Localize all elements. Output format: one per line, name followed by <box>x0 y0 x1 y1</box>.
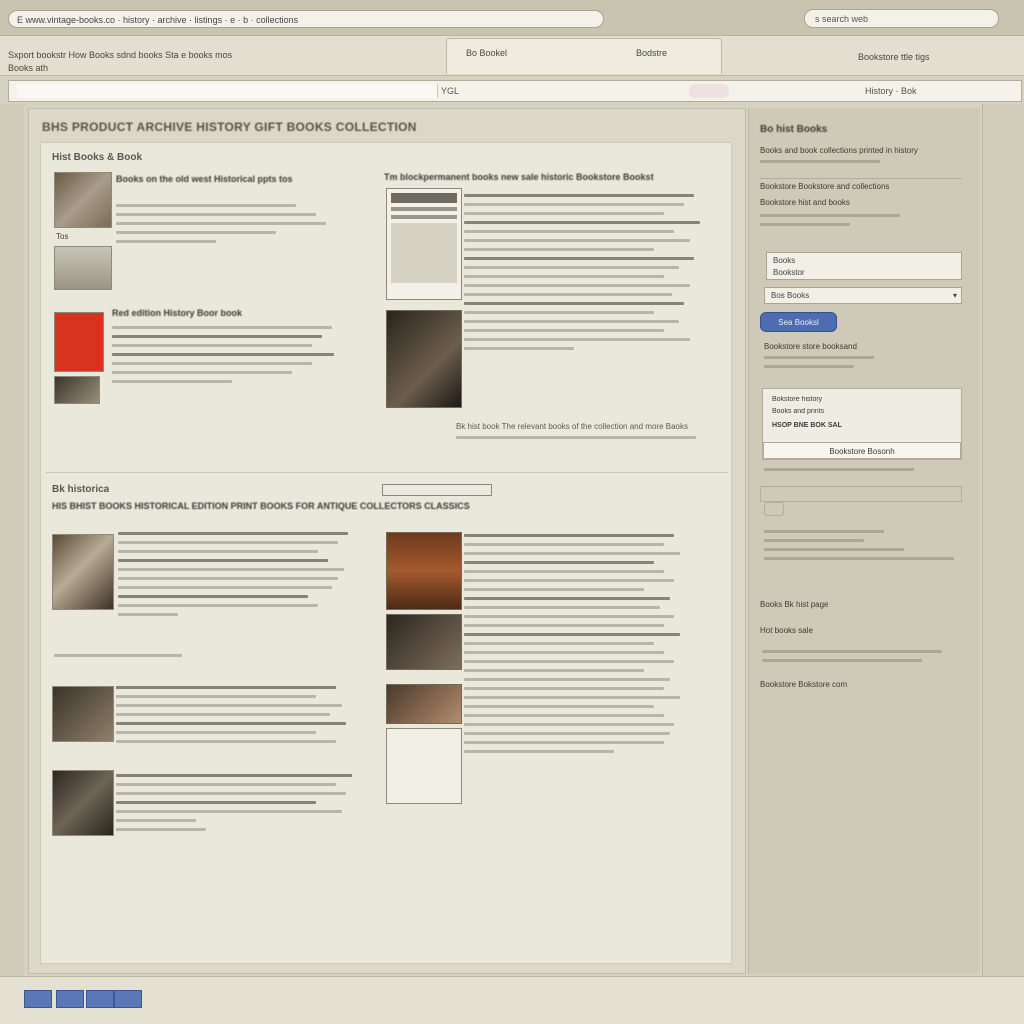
tab-label-2[interactable]: Bodstre <box>636 48 667 58</box>
item-title[interactable]: Red edition History Boor book <box>112 308 242 318</box>
tab-label[interactable]: Bo Bookel <box>466 48 507 58</box>
item-description <box>116 204 326 249</box>
chevron-down-icon: ▾ <box>952 291 957 300</box>
address-mid: YGL <box>440 86 459 96</box>
item-meta <box>54 654 184 663</box>
nav-sublink[interactable]: Books ath <box>8 63 48 73</box>
left-gutter <box>0 104 24 1024</box>
sidebar-title: Bo hist Books <box>760 124 828 135</box>
sidebar-toggle[interactable] <box>764 502 784 516</box>
book-thumbnail[interactable] <box>54 172 112 228</box>
page-title: BHS PRODUCT ARCHIVE HISTORY GIFT BOOKS C… <box>42 120 417 134</box>
divider <box>760 178 962 179</box>
screenshot-thumbnail[interactable] <box>386 188 462 300</box>
bookmark-icon[interactable] <box>689 84 729 98</box>
article-body <box>464 194 700 356</box>
search-button[interactable]: Sea Booksl <box>760 312 837 332</box>
field-label: Books <box>773 256 796 265</box>
article-caption-lines <box>456 436 700 445</box>
status-bar <box>0 976 1024 1024</box>
address-field[interactable] <box>17 84 438 98</box>
nav-links[interactable]: Sxport bookstr How Books sdnd books Sta … <box>8 50 232 60</box>
photo-thumbnail[interactable] <box>386 532 462 610</box>
sidebar-link[interactable]: Bookstore Bookstore and collections <box>760 182 962 191</box>
right-scroll-rail[interactable] <box>982 104 1024 1024</box>
sidebar-field[interactable]: Books Bookstor <box>766 252 962 280</box>
box-line: Bokstore history <box>772 396 823 403</box>
prev-page-button[interactable] <box>56 990 84 1008</box>
search-input[interactable]: s search web <box>804 9 999 28</box>
box-line: HSOP BNE BOK SAL <box>772 422 842 429</box>
section-title: Hist Books & Book <box>52 152 143 163</box>
sidebar-link[interactable]: Books Bk hist page <box>760 600 962 609</box>
item-description <box>116 686 346 749</box>
address-bar[interactable]: YGL History · Bok <box>8 80 1022 102</box>
sidebar-subtitle: Books and book collections printed in hi… <box>760 146 918 155</box>
sidebar-text <box>760 160 960 169</box>
sidebar-link[interactable]: Bookstore hist and books <box>760 198 962 207</box>
sidebar-text <box>762 650 962 668</box>
sidebar-link[interactable]: Bookstore Bokstore com <box>760 680 962 689</box>
book-thumbnail[interactable] <box>52 534 114 610</box>
section-headline[interactable]: HIS BHIST BOOKS HISTORICAL EDITION PRINT… <box>52 501 712 511</box>
field-value: Bookstor <box>773 268 805 277</box>
select-value: Bos Books <box>771 291 810 300</box>
address-right[interactable]: History · Bok <box>865 84 917 98</box>
item-description <box>112 326 334 389</box>
sidebar-text <box>764 468 964 477</box>
item-description <box>116 774 356 837</box>
box-line: Books and prints <box>772 408 825 415</box>
screenshot-thumbnail[interactable] <box>386 728 462 804</box>
sidebar-text <box>764 530 964 566</box>
item-title[interactable]: Books on the old west Historical ppts to… <box>116 174 293 184</box>
section-tab[interactable] <box>382 484 492 496</box>
divider <box>46 472 728 473</box>
book-thumbnail[interactable] <box>52 770 114 836</box>
first-page-button[interactable] <box>24 990 52 1008</box>
photo-thumbnail[interactable] <box>386 310 462 408</box>
sidebar-link[interactable]: Hot books sale <box>760 626 962 635</box>
box-button[interactable]: Bookstore Bosonh <box>763 442 961 459</box>
sidebar-text <box>760 214 960 232</box>
item-meta: Tos <box>56 232 69 241</box>
photo-thumbnail[interactable] <box>386 684 462 724</box>
article-title[interactable]: Tm blockpermanent books new sale histori… <box>384 172 718 182</box>
book-thumbnail-small[interactable] <box>54 376 100 404</box>
nav-right-link[interactable]: Bookstore ttle tigs <box>858 52 930 62</box>
book-thumbnail[interactable] <box>52 686 114 742</box>
sidebar-select[interactable]: Bos Books ▾ <box>764 287 962 304</box>
url-bar[interactable]: E www.vintage-books.co · history · archi… <box>8 10 604 28</box>
article-caption: Bk hist book The relevant books of the c… <box>456 422 688 431</box>
article-body <box>464 534 680 759</box>
sidebar-note: Bookstore store booksand <box>764 342 857 351</box>
sidebar-text <box>764 356 964 374</box>
next-page-button[interactable] <box>86 990 114 1008</box>
last-page-button[interactable] <box>114 990 142 1008</box>
map-thumbnail[interactable] <box>54 246 112 290</box>
section-title: Bk historica <box>52 484 110 495</box>
item-description <box>118 532 350 622</box>
photo-thumbnail[interactable] <box>386 614 462 670</box>
sidebar-row[interactable] <box>760 486 962 502</box>
red-book-cover[interactable] <box>54 312 104 372</box>
